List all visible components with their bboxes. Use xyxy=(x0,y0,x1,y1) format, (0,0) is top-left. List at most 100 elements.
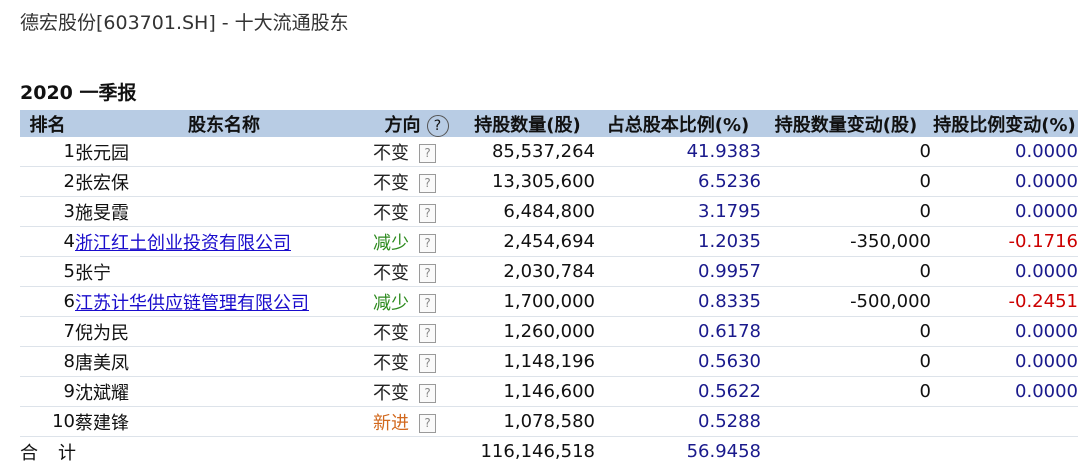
direction-text: 新进 xyxy=(373,409,419,435)
name-cell: 倪为民 xyxy=(75,317,373,347)
shareholder-link[interactable]: 江苏计华供应链管理有限公司 xyxy=(75,293,309,314)
ratio-change-cell: -0.2451 xyxy=(931,287,1078,317)
table-header-row: 排名 股东名称 方向? 持股数量(股) 占总股本比例(%) 持股数量变动(股) … xyxy=(20,110,1078,137)
ratio-cell: 6.5236 xyxy=(595,167,761,197)
name-cell: 张元园 xyxy=(75,137,373,167)
help-box-icon[interactable]: ? xyxy=(419,264,436,283)
ratio-change-cell: 0.0000 xyxy=(931,257,1078,287)
shareholder-name: 施旻霞 xyxy=(75,203,129,224)
ratio-cell: 0.9957 xyxy=(595,257,761,287)
help-box-icon[interactable]: ? xyxy=(419,414,436,433)
help-box-icon[interactable]: ? xyxy=(419,234,436,253)
table-row: 5张宁不变?2,030,7840.995700.0000 xyxy=(20,257,1078,287)
ratio-change-cell xyxy=(931,407,1078,437)
shares-cell: 1,148,196 xyxy=(460,347,595,377)
name-cell: 蔡建锋 xyxy=(75,407,373,437)
ratio-cell: 0.8335 xyxy=(595,287,761,317)
ratio-cell: 0.5630 xyxy=(595,347,761,377)
direction-cell: 不变? xyxy=(373,347,460,377)
name-cell: 施旻霞 xyxy=(75,197,373,227)
ratio-change-cell: 0.0000 xyxy=(931,317,1078,347)
shares-change-cell: -350,000 xyxy=(761,227,931,257)
table-row: 3施旻霞不变?6,484,8003.179500.0000 xyxy=(20,197,1078,227)
ratio-change-cell: -0.1716 xyxy=(931,227,1078,257)
shares-change-cell: 0 xyxy=(761,347,931,377)
shares-change-cell: 0 xyxy=(761,137,931,167)
shares-cell: 13,305,600 xyxy=(460,167,595,197)
shareholder-link[interactable]: 浙江红土创业投资有限公司 xyxy=(75,233,291,254)
header-name: 股东名称 xyxy=(75,110,373,137)
ratio-cell: 0.5622 xyxy=(595,377,761,407)
help-box-icon[interactable]: ? xyxy=(419,144,436,163)
rank-cell: 4 xyxy=(20,227,75,257)
direction-text: 不变 xyxy=(373,379,419,405)
direction-text: 不变 xyxy=(373,349,419,375)
shares-cell: 1,260,000 xyxy=(460,317,595,347)
shares-change-cell: -500,000 xyxy=(761,287,931,317)
header-rank: 排名 xyxy=(20,110,75,137)
direction-cell: 不变? xyxy=(373,317,460,347)
shareholder-name: 倪为民 xyxy=(75,323,129,344)
help-icon[interactable]: ? xyxy=(427,115,449,137)
help-box-icon[interactable]: ? xyxy=(419,384,436,403)
help-box-icon[interactable]: ? xyxy=(419,294,436,313)
shares-cell: 1,078,580 xyxy=(460,407,595,437)
direction-text: 减少 xyxy=(373,229,419,255)
shareholder-name: 张宏保 xyxy=(75,173,129,194)
ratio-cell: 1.2035 xyxy=(595,227,761,257)
direction-cell: 不变? xyxy=(373,257,460,287)
rank-cell: 5 xyxy=(20,257,75,287)
shares-change-cell: 0 xyxy=(761,197,931,227)
help-box-icon[interactable]: ? xyxy=(419,354,436,373)
shares-cell: 6,484,800 xyxy=(460,197,595,227)
rank-cell: 1 xyxy=(20,137,75,167)
shares-change-cell: 0 xyxy=(761,317,931,347)
ratio-cell: 0.6178 xyxy=(595,317,761,347)
direction-text: 不变 xyxy=(373,319,419,345)
rank-cell: 9 xyxy=(20,377,75,407)
direction-cell: 不变? xyxy=(373,167,460,197)
direction-cell: 减少? xyxy=(373,287,460,317)
header-shares-change: 持股数量变动(股) xyxy=(761,110,931,137)
name-cell: 张宁 xyxy=(75,257,373,287)
help-box-icon[interactable]: ? xyxy=(419,204,436,223)
header-shares: 持股数量(股) xyxy=(460,110,595,137)
rank-cell: 6 xyxy=(20,287,75,317)
direction-text: 不变 xyxy=(373,139,419,165)
header-direction-label: 方向 xyxy=(385,115,421,136)
shares-cell: 85,537,264 xyxy=(460,137,595,167)
help-box-icon[interactable]: ? xyxy=(419,324,436,343)
header-direction: 方向? xyxy=(373,110,460,137)
ratio-cell: 0.5288 xyxy=(595,407,761,437)
direction-cell: 不变? xyxy=(373,377,460,407)
ratio-cell: 3.1795 xyxy=(595,197,761,227)
shares-change-cell: 0 xyxy=(761,257,931,287)
shareholder-name: 蔡建锋 xyxy=(75,413,129,434)
report-period-title: 2020 一季报 xyxy=(20,78,137,105)
table-row: 10蔡建锋 新进? 1,078,5800.5288 xyxy=(20,407,1078,437)
name-cell: 沈斌耀 xyxy=(75,377,373,407)
shares-change-cell: 0 xyxy=(761,377,931,407)
table-row: 1张元园不变?85,537,26441.938300.0000 xyxy=(20,137,1078,167)
direction-text: 不变 xyxy=(373,259,419,285)
shareholder-name: 张宁 xyxy=(75,263,111,284)
page-title: 德宏股份[603701.SH] - 十大流通股东 xyxy=(20,8,349,35)
shareholder-name: 沈斌耀 xyxy=(75,383,129,404)
table-row: 6江苏计华供应链管理有限公司 减少?1,700,0000.8335-500,000… xyxy=(20,287,1078,317)
shares-cell: 2,030,784 xyxy=(460,257,595,287)
shares-change-cell: 0 xyxy=(761,167,931,197)
shares-change-cell xyxy=(761,407,931,437)
direction-cell: 不变? xyxy=(373,137,460,167)
name-cell: 江苏计华供应链管理有限公司 xyxy=(75,287,373,317)
rank-cell: 10 xyxy=(20,407,75,437)
name-cell: 张宏保 xyxy=(75,167,373,197)
shares-cell: 1,700,000 xyxy=(460,287,595,317)
ratio-change-cell: 0.0000 xyxy=(931,377,1078,407)
ratio-cell: 41.9383 xyxy=(595,137,761,167)
rank-cell: 8 xyxy=(20,347,75,377)
table-row: 4浙江红土创业投资有限公司减少?2,454,6941.2035-350,000-… xyxy=(20,227,1078,257)
help-box-icon[interactable]: ? xyxy=(419,174,436,193)
direction-cell: 不变? xyxy=(373,197,460,227)
rank-cell: 3 xyxy=(20,197,75,227)
name-cell: 唐美凤 xyxy=(75,347,373,377)
